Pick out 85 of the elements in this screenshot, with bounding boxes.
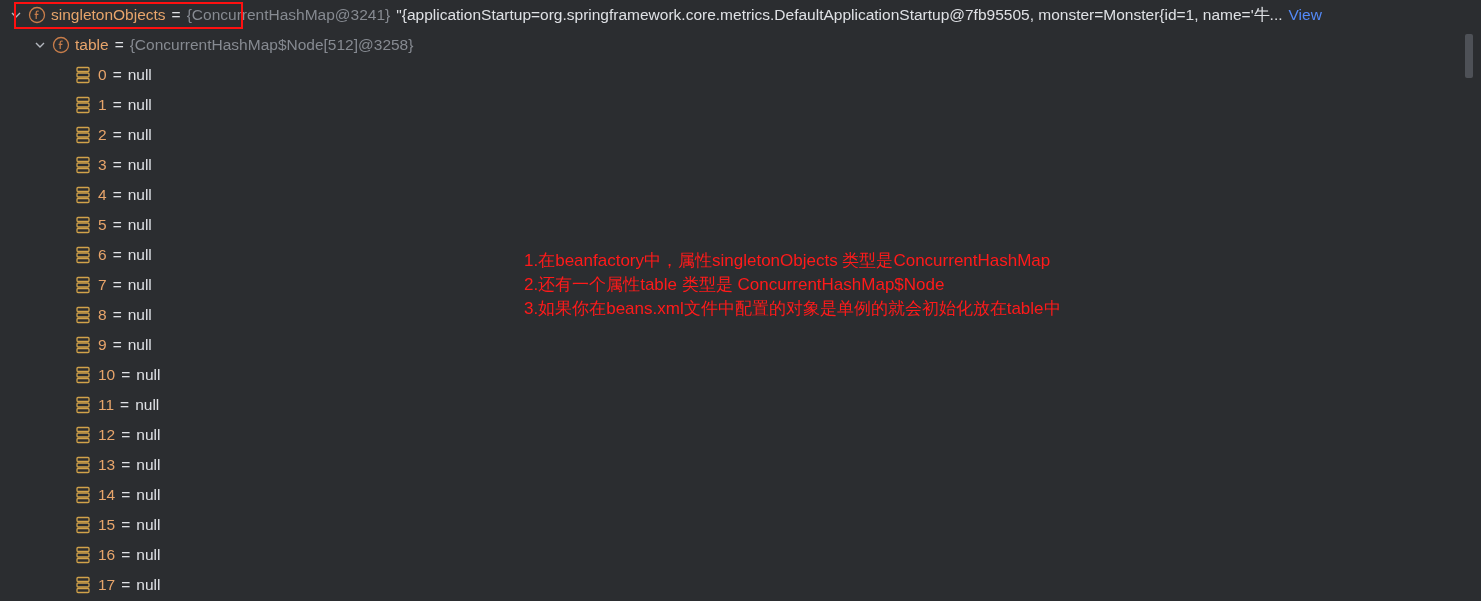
variable-value: null [127,155,152,176]
field-icon [28,6,46,24]
variable-value: null [127,65,152,86]
equals-sign: = [112,305,122,326]
equals-sign: = [112,125,122,146]
variable-value: null [127,215,152,236]
equals-sign: = [120,395,130,416]
variable-name: 5 [98,215,107,236]
variable-name: 8 [98,305,107,326]
array-element-icon [76,456,90,474]
variable-name: singletonObjects [51,5,166,26]
type-label: {ConcurrentHashMap$Node[512]@3258} [129,35,414,56]
equals-sign: = [121,545,131,566]
array-element-icon [76,366,90,384]
array-element-icon [76,486,90,504]
variable-value: null [136,575,161,596]
variable-name: 13 [98,455,116,476]
equals-sign: = [112,155,122,176]
array-element-icon [76,336,90,354]
variable-name: table [75,35,109,56]
variable-value: null [136,425,161,446]
variable-value: null [127,95,152,116]
variable-name: 14 [98,485,116,506]
array-element-icon [76,186,90,204]
variable-value: null [127,305,152,326]
equals-sign: = [112,185,122,206]
equals-sign: = [121,455,131,476]
variable-value: null [136,455,161,476]
variable-value: null [127,335,152,356]
variable-value: null [136,515,161,536]
array-element-icon [76,306,90,324]
variable-value: null [136,365,161,386]
field-icon [52,36,70,54]
annotation-line: 3.如果你在beans.xml文件中配置的对象是单例的就会初始化放在table中 [524,298,1061,320]
array-element-icon [76,216,90,234]
equals-sign: = [112,245,122,266]
variable-name: 17 [98,575,116,596]
array-element-icon [76,96,90,114]
array-element-icon [76,126,90,144]
equals-sign: = [121,365,131,386]
equals-sign: = [114,35,124,56]
annotation-line: 2.还有一个属性table 类型是 ConcurrentHashMap$Node [524,274,946,296]
array-element-icon [76,576,90,594]
equals-sign: = [121,575,131,596]
variable-name: 11 [98,395,115,416]
equals-sign: = [112,95,122,116]
equals-sign: = [112,335,122,356]
scrollbar-thumb [1465,34,1473,78]
variable-name: 10 [98,365,116,386]
variable-value: null [135,395,160,416]
array-element-icon [76,156,90,174]
annotation-line: 1.在beanfactory中，属性singletonObjects 类型是ConcurrentHashMap [524,250,1052,272]
equals-sign: = [112,65,122,86]
array-element-icon [76,396,90,414]
array-element-icon [76,276,90,294]
variable-name: 15 [98,515,116,536]
equals-sign: = [121,485,131,506]
equals-sign: = [121,515,131,536]
variable-name: 12 [98,425,116,446]
variable-value: null [127,245,152,266]
array-element-icon [76,546,90,564]
array-element-icon [76,246,90,264]
variable-value: null [136,485,161,506]
variable-name: 2 [98,125,107,146]
variable-name: 16 [98,545,116,566]
variable-name: 1 [98,95,107,116]
equals-sign: = [121,425,131,446]
variable-value: null [136,545,161,566]
equals-sign: = [171,5,181,26]
variable-value: null [127,275,152,296]
array-element-icon [76,516,90,534]
variable-name: 3 [98,155,107,176]
variable-name: 9 [98,335,107,356]
variable-name: 0 [98,65,107,86]
equals-sign: = [112,275,122,296]
variable-name: 7 [98,275,107,296]
variable-name: 4 [98,185,107,206]
variable-name: 6 [98,245,107,266]
array-element-icon [76,426,90,444]
equals-sign: = [112,215,122,236]
variable-value: null [127,185,152,206]
view-link[interactable]: View [1288,3,1322,27]
array-element-icon [76,66,90,84]
variable-value: "{applicationStartup=org.springframework.core.metrics.DefaultApplicationStartup@7fb95505, monster=Monster{id=1, name='牛... [396,5,1283,26]
variable-value: null [127,125,152,146]
